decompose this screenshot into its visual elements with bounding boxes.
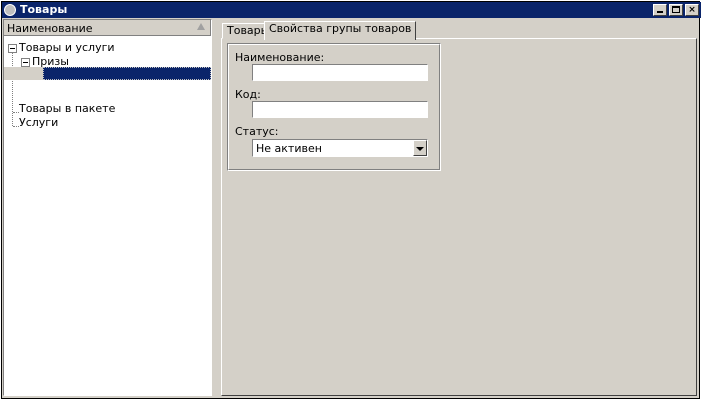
collapse-toggle-icon[interactable] [8, 44, 17, 53]
name-label: Наименование: [235, 51, 325, 64]
minimize-button[interactable] [653, 4, 667, 16]
status-selected-value: Не активен [256, 142, 322, 155]
collapse-toggle-icon[interactable] [21, 58, 30, 67]
status-dropdown[interactable]: Не активен [252, 139, 428, 157]
code-field[interactable] [252, 101, 428, 118]
tree-item-services[interactable]: Услуги [19, 116, 58, 130]
chevron-down-icon[interactable] [413, 140, 427, 156]
maximize-button[interactable] [669, 4, 683, 16]
tree-column-header[interactable]: Наименование [4, 20, 211, 36]
tree-body: Товары и услуги Призы Товары в пакете Ус… [4, 37, 211, 395]
app-icon [4, 4, 16, 16]
sort-ascending-icon [197, 23, 205, 30]
close-button[interactable]: × [685, 4, 699, 16]
tree-view[interactable]: Наименование Товары и услуги Призы Товар… [3, 19, 212, 396]
code-label: Код: [235, 88, 261, 101]
name-field[interactable] [252, 64, 428, 81]
tree-item-selected[interactable] [43, 67, 211, 80]
title-bar[interactable]: Товары × [2, 2, 701, 18]
column-header-label: Наименование [7, 22, 93, 35]
name-input[interactable] [255, 65, 427, 80]
window-title: Товары [20, 3, 68, 16]
tab-group-properties[interactable]: Свойства групы товаров [264, 21, 417, 40]
tree-connector [12, 49, 13, 126]
status-label: Статус: [235, 125, 279, 138]
tree-item-goods-and-services[interactable]: Товары и услуги [19, 41, 115, 55]
panel-splitter[interactable] [212, 19, 217, 396]
code-input[interactable] [255, 102, 427, 117]
tree-item-goods-in-package[interactable]: Товары в пакете [19, 102, 115, 116]
